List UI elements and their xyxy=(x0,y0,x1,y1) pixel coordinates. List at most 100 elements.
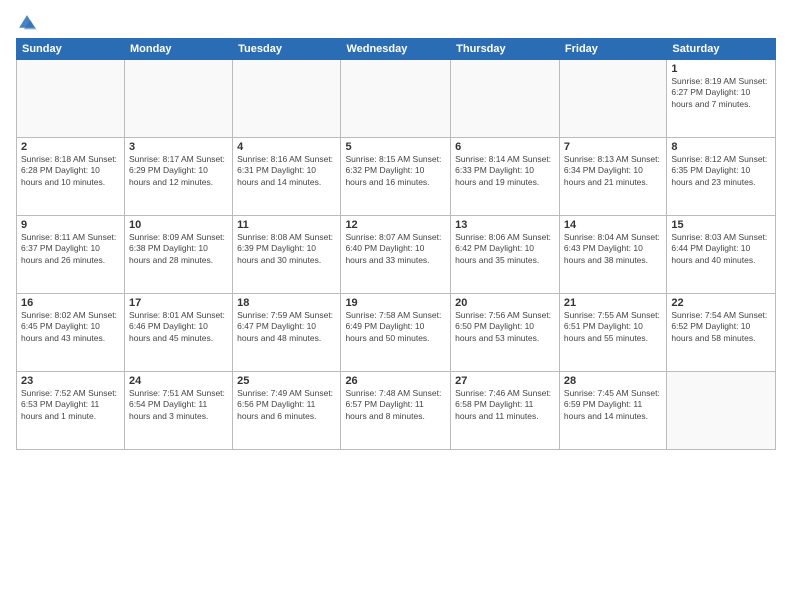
weekday-header-thursday: Thursday xyxy=(451,39,560,60)
calendar-cell xyxy=(451,60,560,138)
day-number: 17 xyxy=(129,297,228,309)
day-info: Sunrise: 8:17 AM Sunset: 6:29 PM Dayligh… xyxy=(129,154,228,188)
week-row-1: 1Sunrise: 8:19 AM Sunset: 6:27 PM Daylig… xyxy=(17,60,776,138)
calendar-cell: 8Sunrise: 8:12 AM Sunset: 6:35 PM Daylig… xyxy=(667,138,776,216)
calendar-cell: 19Sunrise: 7:58 AM Sunset: 6:49 PM Dayli… xyxy=(341,294,451,372)
day-info: Sunrise: 7:45 AM Sunset: 6:59 PM Dayligh… xyxy=(564,388,662,422)
calendar-cell: 1Sunrise: 8:19 AM Sunset: 6:27 PM Daylig… xyxy=(667,60,776,138)
weekday-header-friday: Friday xyxy=(559,39,666,60)
day-info: Sunrise: 8:11 AM Sunset: 6:37 PM Dayligh… xyxy=(21,232,120,266)
day-info: Sunrise: 8:13 AM Sunset: 6:34 PM Dayligh… xyxy=(564,154,662,188)
calendar-cell: 10Sunrise: 8:09 AM Sunset: 6:38 PM Dayli… xyxy=(124,216,232,294)
calendar-cell xyxy=(17,60,125,138)
day-info: Sunrise: 7:56 AM Sunset: 6:50 PM Dayligh… xyxy=(455,310,555,344)
day-info: Sunrise: 8:04 AM Sunset: 6:43 PM Dayligh… xyxy=(564,232,662,266)
calendar-cell: 22Sunrise: 7:54 AM Sunset: 6:52 PM Dayli… xyxy=(667,294,776,372)
calendar-cell: 25Sunrise: 7:49 AM Sunset: 6:56 PM Dayli… xyxy=(233,372,341,450)
day-info: Sunrise: 8:14 AM Sunset: 6:33 PM Dayligh… xyxy=(455,154,555,188)
day-info: Sunrise: 8:08 AM Sunset: 6:39 PM Dayligh… xyxy=(237,232,336,266)
day-number: 7 xyxy=(564,141,662,153)
calendar-table: SundayMondayTuesdayWednesdayThursdayFrid… xyxy=(16,38,776,450)
calendar-cell: 24Sunrise: 7:51 AM Sunset: 6:54 PM Dayli… xyxy=(124,372,232,450)
calendar-cell: 26Sunrise: 7:48 AM Sunset: 6:57 PM Dayli… xyxy=(341,372,451,450)
weekday-header-row: SundayMondayTuesdayWednesdayThursdayFrid… xyxy=(17,39,776,60)
day-info: Sunrise: 7:51 AM Sunset: 6:54 PM Dayligh… xyxy=(129,388,228,422)
day-number: 1 xyxy=(671,63,771,75)
day-number: 28 xyxy=(564,375,662,387)
calendar-cell xyxy=(341,60,451,138)
day-info: Sunrise: 8:01 AM Sunset: 6:46 PM Dayligh… xyxy=(129,310,228,344)
weekday-header-saturday: Saturday xyxy=(667,39,776,60)
day-info: Sunrise: 7:49 AM Sunset: 6:56 PM Dayligh… xyxy=(237,388,336,422)
day-info: Sunrise: 8:18 AM Sunset: 6:28 PM Dayligh… xyxy=(21,154,120,188)
day-number: 10 xyxy=(129,219,228,231)
day-info: Sunrise: 8:15 AM Sunset: 6:32 PM Dayligh… xyxy=(345,154,446,188)
day-number: 9 xyxy=(21,219,120,231)
weekday-header-tuesday: Tuesday xyxy=(233,39,341,60)
weekday-header-monday: Monday xyxy=(124,39,232,60)
calendar-cell: 6Sunrise: 8:14 AM Sunset: 6:33 PM Daylig… xyxy=(451,138,560,216)
day-info: Sunrise: 8:09 AM Sunset: 6:38 PM Dayligh… xyxy=(129,232,228,266)
day-info: Sunrise: 8:19 AM Sunset: 6:27 PM Dayligh… xyxy=(671,76,771,110)
day-number: 12 xyxy=(345,219,446,231)
calendar-cell: 14Sunrise: 8:04 AM Sunset: 6:43 PM Dayli… xyxy=(559,216,666,294)
calendar-cell: 12Sunrise: 8:07 AM Sunset: 6:40 PM Dayli… xyxy=(341,216,451,294)
calendar-cell: 13Sunrise: 8:06 AM Sunset: 6:42 PM Dayli… xyxy=(451,216,560,294)
logo xyxy=(16,12,42,34)
day-number: 4 xyxy=(237,141,336,153)
calendar-cell: 9Sunrise: 8:11 AM Sunset: 6:37 PM Daylig… xyxy=(17,216,125,294)
calendar-cell: 20Sunrise: 7:56 AM Sunset: 6:50 PM Dayli… xyxy=(451,294,560,372)
calendar-cell: 17Sunrise: 8:01 AM Sunset: 6:46 PM Dayli… xyxy=(124,294,232,372)
weekday-header-sunday: Sunday xyxy=(17,39,125,60)
day-info: Sunrise: 8:03 AM Sunset: 6:44 PM Dayligh… xyxy=(671,232,771,266)
day-number: 13 xyxy=(455,219,555,231)
day-number: 16 xyxy=(21,297,120,309)
calendar-cell: 28Sunrise: 7:45 AM Sunset: 6:59 PM Dayli… xyxy=(559,372,666,450)
calendar-cell xyxy=(667,372,776,450)
calendar-cell xyxy=(559,60,666,138)
day-number: 19 xyxy=(345,297,446,309)
day-number: 14 xyxy=(564,219,662,231)
logo-icon xyxy=(16,12,38,34)
week-row-4: 16Sunrise: 8:02 AM Sunset: 6:45 PM Dayli… xyxy=(17,294,776,372)
day-info: Sunrise: 7:54 AM Sunset: 6:52 PM Dayligh… xyxy=(671,310,771,344)
day-info: Sunrise: 8:02 AM Sunset: 6:45 PM Dayligh… xyxy=(21,310,120,344)
day-number: 5 xyxy=(345,141,446,153)
day-number: 2 xyxy=(21,141,120,153)
day-number: 6 xyxy=(455,141,555,153)
calendar-cell: 3Sunrise: 8:17 AM Sunset: 6:29 PM Daylig… xyxy=(124,138,232,216)
day-number: 21 xyxy=(564,297,662,309)
calendar-cell: 21Sunrise: 7:55 AM Sunset: 6:51 PM Dayli… xyxy=(559,294,666,372)
calendar-cell: 7Sunrise: 8:13 AM Sunset: 6:34 PM Daylig… xyxy=(559,138,666,216)
day-number: 3 xyxy=(129,141,228,153)
day-number: 20 xyxy=(455,297,555,309)
day-number: 22 xyxy=(671,297,771,309)
day-info: Sunrise: 7:59 AM Sunset: 6:47 PM Dayligh… xyxy=(237,310,336,344)
day-number: 27 xyxy=(455,375,555,387)
day-number: 15 xyxy=(671,219,771,231)
day-info: Sunrise: 8:16 AM Sunset: 6:31 PM Dayligh… xyxy=(237,154,336,188)
calendar-cell: 23Sunrise: 7:52 AM Sunset: 6:53 PM Dayli… xyxy=(17,372,125,450)
calendar-cell: 2Sunrise: 8:18 AM Sunset: 6:28 PM Daylig… xyxy=(17,138,125,216)
day-info: Sunrise: 7:46 AM Sunset: 6:58 PM Dayligh… xyxy=(455,388,555,422)
day-info: Sunrise: 7:52 AM Sunset: 6:53 PM Dayligh… xyxy=(21,388,120,422)
day-info: Sunrise: 7:55 AM Sunset: 6:51 PM Dayligh… xyxy=(564,310,662,344)
day-number: 11 xyxy=(237,219,336,231)
week-row-2: 2Sunrise: 8:18 AM Sunset: 6:28 PM Daylig… xyxy=(17,138,776,216)
week-row-5: 23Sunrise: 7:52 AM Sunset: 6:53 PM Dayli… xyxy=(17,372,776,450)
day-number: 25 xyxy=(237,375,336,387)
day-info: Sunrise: 8:07 AM Sunset: 6:40 PM Dayligh… xyxy=(345,232,446,266)
calendar-cell: 18Sunrise: 7:59 AM Sunset: 6:47 PM Dayli… xyxy=(233,294,341,372)
day-number: 24 xyxy=(129,375,228,387)
day-info: Sunrise: 8:06 AM Sunset: 6:42 PM Dayligh… xyxy=(455,232,555,266)
day-number: 8 xyxy=(671,141,771,153)
day-number: 26 xyxy=(345,375,446,387)
calendar-cell xyxy=(124,60,232,138)
calendar-cell: 11Sunrise: 8:08 AM Sunset: 6:39 PM Dayli… xyxy=(233,216,341,294)
calendar-cell: 4Sunrise: 8:16 AM Sunset: 6:31 PM Daylig… xyxy=(233,138,341,216)
day-number: 18 xyxy=(237,297,336,309)
day-info: Sunrise: 7:48 AM Sunset: 6:57 PM Dayligh… xyxy=(345,388,446,422)
calendar-cell: 27Sunrise: 7:46 AM Sunset: 6:58 PM Dayli… xyxy=(451,372,560,450)
calendar-cell xyxy=(233,60,341,138)
calendar-cell: 5Sunrise: 8:15 AM Sunset: 6:32 PM Daylig… xyxy=(341,138,451,216)
